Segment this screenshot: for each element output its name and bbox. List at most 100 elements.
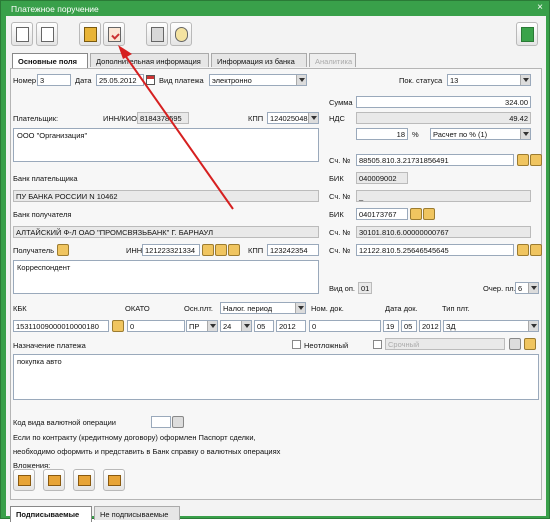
save-button[interactable] (79, 22, 101, 46)
tax-period-2-field[interactable]: 05 (254, 320, 274, 332)
tab-additional-info[interactable]: Дополнительная информация (90, 53, 209, 67)
vat-field: 49.42 (356, 112, 531, 124)
nomer-field[interactable]: 3 (37, 74, 71, 86)
lookup-icon[interactable] (172, 416, 184, 428)
recipient-account-field[interactable]: 12122.810.5.25646545645 (356, 244, 514, 256)
payer-inn-field: 8184378595 (137, 112, 189, 124)
copy-button[interactable] (36, 22, 58, 46)
lookup-icon[interactable] (410, 208, 422, 220)
tab-bank-info[interactable]: Информация из банка (211, 53, 307, 67)
recipient-name-field[interactable]: Корреспондент (13, 260, 319, 294)
vat-rate-field[interactable]: 18 (356, 128, 408, 140)
doc-year-field[interactable]: 2012 (419, 320, 441, 332)
recipient-corr-label: Сч. № (329, 228, 351, 237)
check-icon (108, 27, 121, 42)
payment-type-select[interactable]: электронно (209, 74, 307, 86)
tax-period-1-value: 24 (223, 322, 232, 331)
print-button[interactable] (146, 22, 168, 46)
vat-calc-select[interactable]: Расчет по % (1) (430, 128, 531, 140)
payment-kind-select[interactable]: ЗД (443, 320, 539, 332)
currency-op-field[interactable] (151, 416, 171, 428)
toolbar (6, 16, 546, 52)
recipient-bik-field[interactable]: 040173767 (356, 208, 408, 220)
payer-bank-label: Банк плательщика (13, 174, 78, 183)
payer-name-field[interactable]: ООО "Организация" (13, 128, 319, 162)
attach-delete-button[interactable] (103, 469, 125, 491)
attach-open-button[interactable] (43, 469, 65, 491)
attach-add-button[interactable] (13, 469, 35, 491)
payer-bank-field: ПУ БАНКА РОССИИ N 10462 (13, 190, 319, 202)
okato-field[interactable]: 0 (127, 320, 185, 332)
lookup-icon[interactable] (202, 244, 214, 256)
payer-account-label: Сч. № (329, 156, 351, 165)
tax-basis-label: Осн.плт. (184, 304, 213, 313)
tab-unsigned[interactable]: Не подписываемые (94, 506, 180, 520)
payment-type-label: Вид платежа (159, 76, 204, 85)
check-document-button[interactable] (103, 22, 125, 46)
recipient-inn-label: ИНН (126, 246, 143, 255)
recipient-kpp-field[interactable]: 123242354 (267, 244, 319, 256)
exit-button[interactable] (516, 22, 538, 46)
folder-icon[interactable] (423, 208, 435, 220)
tab-signed[interactable]: Подписываемые (10, 506, 92, 522)
priority-checkbox (373, 340, 382, 349)
recipient-account-label: Сч. № (329, 246, 351, 255)
status-select[interactable]: 13 (447, 74, 531, 86)
doc-number-field[interactable]: 0 (309, 320, 381, 332)
main-fields-panel: Номер 3 Дата 25.05.2012 Вид платежа элек… (10, 68, 542, 500)
folder-icon[interactable] (215, 244, 227, 256)
find-button[interactable] (170, 22, 192, 46)
copy-icon (41, 27, 54, 42)
exit-door-icon (521, 27, 534, 42)
recipient-inn-field[interactable]: 121223321334 (142, 244, 200, 256)
passport-note-2: необходимо оформить и представить в Банк… (13, 447, 281, 456)
kbk-field[interactable]: 15311009000010000180 (13, 320, 109, 332)
urgent-checkbox[interactable] (292, 340, 301, 349)
folder-icon[interactable] (530, 154, 542, 166)
lookup-icon[interactable] (112, 320, 124, 332)
tax-period-value: Налог. период (223, 304, 273, 313)
lookup-icon[interactable] (517, 154, 529, 166)
folder-icon[interactable] (524, 338, 536, 350)
tax-basis-select[interactable]: ПР (186, 320, 218, 332)
folder-icon[interactable] (530, 244, 542, 256)
lookup-icon[interactable] (517, 244, 529, 256)
calendar-icon[interactable] (146, 75, 155, 85)
recipient-lookup-icon[interactable] (57, 244, 69, 256)
tax-basis-value: ПР (189, 322, 200, 331)
close-icon[interactable]: × (537, 3, 543, 13)
passport-note-1: Если по контракту (кредитному договору) … (13, 433, 256, 442)
payer-account-field[interactable]: 88505.810.3.21731856491 (356, 154, 514, 166)
tab-main-fields[interactable]: Основные поля (12, 53, 88, 69)
date-label: Дата (75, 76, 92, 85)
currency-op-label: Код вида валютной операции (13, 418, 116, 427)
chevron-down-icon (528, 321, 538, 331)
purpose-field[interactable]: покупка авто (13, 354, 539, 400)
printer-icon (151, 27, 164, 42)
inn-kio-label: ИНН/КИО (103, 114, 137, 123)
payment-kind-label: Тип плт. (442, 304, 470, 313)
date-field[interactable]: 25.05.2012 (96, 74, 144, 86)
doc-number-label: Ном. док. (311, 304, 344, 313)
doc-month-field[interactable]: 05 (401, 320, 417, 332)
chevron-down-icon (295, 303, 305, 313)
new-document-icon (16, 27, 29, 42)
status-value: 13 (450, 76, 459, 85)
copy-icon[interactable] (228, 244, 240, 256)
chevron-down-icon (207, 321, 217, 331)
tax-period-select[interactable]: Налог. период (220, 302, 306, 314)
recipient-kpp-label: КПП (248, 246, 264, 255)
doc-day-field[interactable]: 19 (383, 320, 399, 332)
template-icon[interactable] (509, 338, 521, 350)
recipient-corr-field: 30101.810.6.00000000767 (356, 226, 531, 238)
tax-period-1-select[interactable]: 24 (220, 320, 252, 332)
payer-corr-label: Сч. № (329, 192, 351, 201)
tax-period-3-field[interactable]: 2012 (276, 320, 306, 332)
priority-select[interactable]: 6 (515, 282, 539, 294)
new-document-button[interactable] (11, 22, 33, 46)
sum-field[interactable]: 324.00 (356, 96, 531, 108)
recipient-bik-label: БИК (329, 210, 344, 219)
payer-kpp-select[interactable]: 124025048 (267, 112, 319, 124)
attach-save-button[interactable] (73, 469, 95, 491)
floppy-disk-icon (84, 27, 97, 42)
